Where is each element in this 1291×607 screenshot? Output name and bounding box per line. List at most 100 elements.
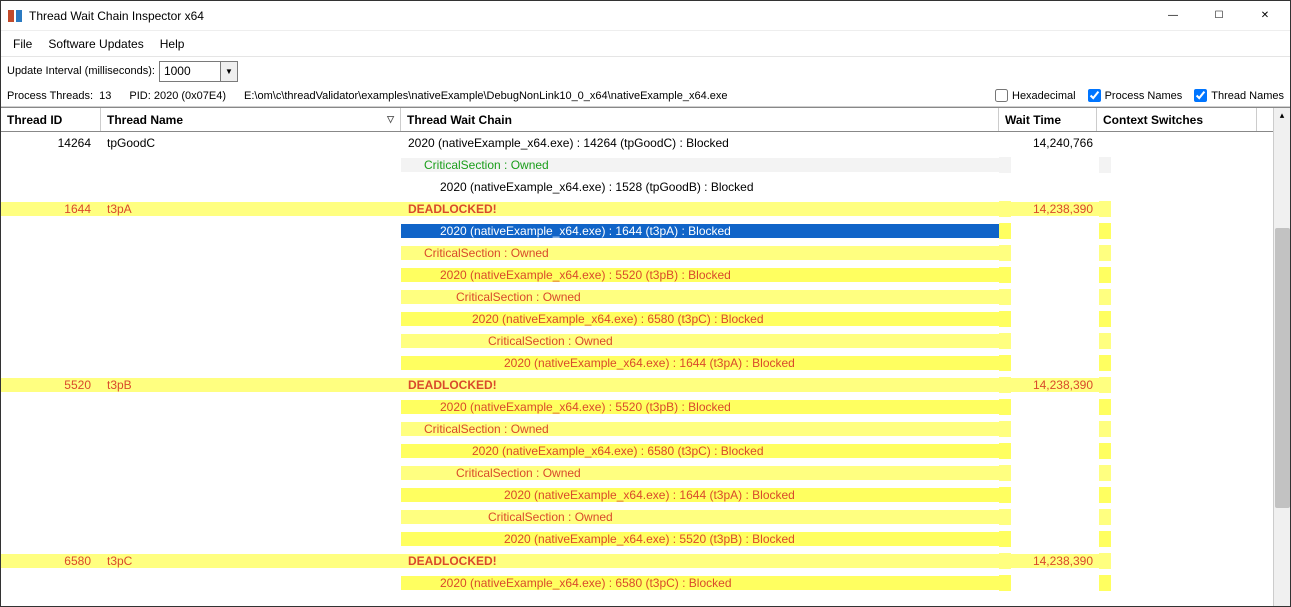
cell-thread-name: t3pB bbox=[101, 378, 401, 392]
vertical-scrollbar[interactable]: ▴ bbox=[1273, 108, 1290, 606]
cell-thread-id: 14264 bbox=[1, 136, 101, 150]
ctx-bar-icon bbox=[1099, 487, 1111, 503]
infobar: Process Threads: 13 PID: 2020 (0x07E4) E… bbox=[1, 85, 1290, 107]
ctx-bar-icon bbox=[1099, 333, 1111, 349]
ctx-bar-icon bbox=[1099, 311, 1111, 327]
wait-bar-icon bbox=[999, 553, 1011, 569]
table-row[interactable]: 2020 (nativeExample_x64.exe) : 1644 (t3p… bbox=[1, 484, 1273, 506]
cell-wait-chain: CriticalSection : Owned bbox=[401, 422, 999, 436]
pid-label: PID: 2020 (0x07E4) bbox=[129, 90, 226, 102]
menu-software-updates[interactable]: Software Updates bbox=[40, 33, 151, 55]
ctx-bar-icon bbox=[1099, 575, 1111, 591]
cell-wait-chain: 2020 (nativeExample_x64.exe) : 6580 (t3p… bbox=[401, 444, 999, 458]
cell-wait-chain: 2020 (nativeExample_x64.exe) : 6580 (t3p… bbox=[401, 576, 999, 590]
scrollbar-thumb[interactable] bbox=[1275, 228, 1290, 508]
table-row[interactable]: CriticalSection : Owned bbox=[1, 506, 1273, 528]
ctx-bar-icon bbox=[1099, 465, 1111, 481]
cell-thread-id: 6580 bbox=[1, 554, 101, 568]
wait-bar-icon bbox=[999, 311, 1011, 327]
wait-bar-icon bbox=[999, 443, 1011, 459]
cell-wait-chain: CriticalSection : Owned bbox=[401, 466, 999, 480]
header-thread-id[interactable]: Thread ID bbox=[1, 108, 101, 131]
process-path: E:\om\c\threadValidator\examples\nativeE… bbox=[244, 90, 727, 102]
header-thread-name[interactable]: Thread Name▽ bbox=[101, 108, 401, 131]
cell-wait-chain: 2020 (nativeExample_x64.exe) : 5520 (t3p… bbox=[401, 532, 999, 546]
wait-bar-icon bbox=[999, 531, 1011, 547]
ctx-bar-icon bbox=[1099, 267, 1111, 283]
table-row[interactable]: CriticalSection : Owned bbox=[1, 154, 1273, 176]
wait-bar-icon bbox=[999, 421, 1011, 437]
scroll-up-icon[interactable]: ▴ bbox=[1274, 108, 1290, 123]
table-row[interactable]: CriticalSection : Owned bbox=[1, 286, 1273, 308]
table-row[interactable]: 14264tpGoodC2020 (nativeExample_x64.exe)… bbox=[1, 132, 1273, 154]
ctx-bar-icon bbox=[1099, 421, 1111, 437]
ctx-bar-icon bbox=[1099, 553, 1111, 569]
table-row[interactable]: 2020 (nativeExample_x64.exe) : 1644 (t3p… bbox=[1, 352, 1273, 374]
wait-bar-icon bbox=[999, 333, 1011, 349]
table-row[interactable]: 5520t3pBDEADLOCKED!14,238,390 bbox=[1, 374, 1273, 396]
menu-help[interactable]: Help bbox=[152, 33, 193, 55]
wait-bar-icon bbox=[999, 201, 1011, 217]
wait-bar-icon bbox=[999, 575, 1011, 591]
cell-wait-chain: CriticalSection : Owned bbox=[401, 246, 999, 260]
toolbar: Update Interval (milliseconds): ▼ bbox=[1, 57, 1290, 85]
table-row[interactable]: 2020 (nativeExample_x64.exe) : 5520 (t3p… bbox=[1, 528, 1273, 550]
table-row[interactable]: 6580t3pCDEADLOCKED!14,238,390 bbox=[1, 550, 1273, 572]
interval-input[interactable] bbox=[160, 64, 220, 78]
app-icon bbox=[7, 8, 23, 24]
column-headers: Thread ID Thread Name▽ Thread Wait Chain… bbox=[1, 108, 1273, 132]
wait-bar-icon bbox=[999, 267, 1011, 283]
ctx-bar-icon bbox=[1099, 399, 1111, 415]
cell-wait-time: 14,238,390 bbox=[1011, 202, 1099, 216]
cell-wait-chain: 2020 (nativeExample_x64.exe) : 14264 (tp… bbox=[401, 136, 999, 150]
cell-wait-chain: 2020 (nativeExample_x64.exe) : 1528 (tpG… bbox=[401, 180, 999, 194]
table-row[interactable]: 2020 (nativeExample_x64.exe) : 6580 (t3p… bbox=[1, 440, 1273, 462]
titlebar: Thread Wait Chain Inspector x64 — ☐ ✕ bbox=[1, 1, 1290, 31]
wait-bar-icon bbox=[999, 465, 1011, 481]
wait-bar-icon bbox=[999, 509, 1011, 525]
maximize-button[interactable]: ☐ bbox=[1196, 1, 1242, 31]
ctx-bar-icon bbox=[1099, 355, 1111, 371]
cell-wait-chain: 2020 (nativeExample_x64.exe) : 5520 (t3p… bbox=[401, 268, 999, 282]
checkbox-thread-names[interactable]: Thread Names bbox=[1194, 89, 1284, 102]
cell-wait-chain: 2020 (nativeExample_x64.exe) : 1644 (t3p… bbox=[401, 356, 999, 370]
wait-bar-icon bbox=[999, 135, 1011, 151]
chevron-down-icon[interactable]: ▼ bbox=[220, 62, 237, 81]
table-row[interactable]: 1644t3pADEADLOCKED!14,238,390 bbox=[1, 198, 1273, 220]
wait-bar-icon bbox=[999, 245, 1011, 261]
interval-label: Update Interval (milliseconds): bbox=[7, 65, 155, 77]
table-row[interactable]: CriticalSection : Owned bbox=[1, 418, 1273, 440]
cell-thread-name: tpGoodC bbox=[101, 136, 401, 150]
table-row[interactable]: 2020 (nativeExample_x64.exe) : 5520 (t3p… bbox=[1, 264, 1273, 286]
cell-thread-name: t3pC bbox=[101, 554, 401, 568]
header-context-switches[interactable]: Context Switches bbox=[1097, 108, 1257, 131]
wait-bar-icon bbox=[999, 179, 1011, 195]
checkbox-process-names[interactable]: Process Names bbox=[1088, 89, 1183, 102]
wait-bar-icon bbox=[999, 355, 1011, 371]
table-row[interactable]: CriticalSection : Owned bbox=[1, 330, 1273, 352]
rows-container[interactable]: 14264tpGoodC2020 (nativeExample_x64.exe)… bbox=[1, 132, 1273, 606]
table-row[interactable]: 2020 (nativeExample_x64.exe) : 6580 (t3p… bbox=[1, 572, 1273, 594]
table-row[interactable]: CriticalSection : Owned bbox=[1, 462, 1273, 484]
cell-wait-chain: CriticalSection : Owned bbox=[401, 158, 999, 172]
ctx-bar-icon bbox=[1099, 443, 1111, 459]
checkbox-hexadecimal[interactable]: Hexadecimal bbox=[995, 89, 1076, 102]
grid: Thread ID Thread Name▽ Thread Wait Chain… bbox=[1, 107, 1290, 606]
table-row[interactable]: CriticalSection : Owned bbox=[1, 242, 1273, 264]
table-row[interactable]: 2020 (nativeExample_x64.exe) : 5520 (t3p… bbox=[1, 396, 1273, 418]
minimize-button[interactable]: — bbox=[1150, 1, 1196, 31]
cell-thread-name: t3pA bbox=[101, 202, 401, 216]
header-wait-chain[interactable]: Thread Wait Chain bbox=[401, 108, 999, 131]
table-row[interactable]: 2020 (nativeExample_x64.exe) : 1644 (t3p… bbox=[1, 220, 1273, 242]
cell-wait-chain: CriticalSection : Owned bbox=[401, 334, 999, 348]
interval-combo[interactable]: ▼ bbox=[159, 61, 238, 82]
cell-wait-chain: 2020 (nativeExample_x64.exe) : 1644 (t3p… bbox=[401, 224, 999, 238]
menu-file[interactable]: File bbox=[5, 33, 40, 55]
table-row[interactable]: 2020 (nativeExample_x64.exe) : 1528 (tpG… bbox=[1, 176, 1273, 198]
cell-wait-chain: 2020 (nativeExample_x64.exe) : 1644 (t3p… bbox=[401, 488, 999, 502]
close-button[interactable]: ✕ bbox=[1242, 1, 1288, 31]
header-wait-time[interactable]: Wait Time bbox=[999, 108, 1097, 131]
cell-wait-chain: DEADLOCKED! bbox=[401, 378, 999, 392]
table-row[interactable]: 2020 (nativeExample_x64.exe) : 6580 (t3p… bbox=[1, 308, 1273, 330]
cell-wait-chain: DEADLOCKED! bbox=[401, 202, 999, 216]
